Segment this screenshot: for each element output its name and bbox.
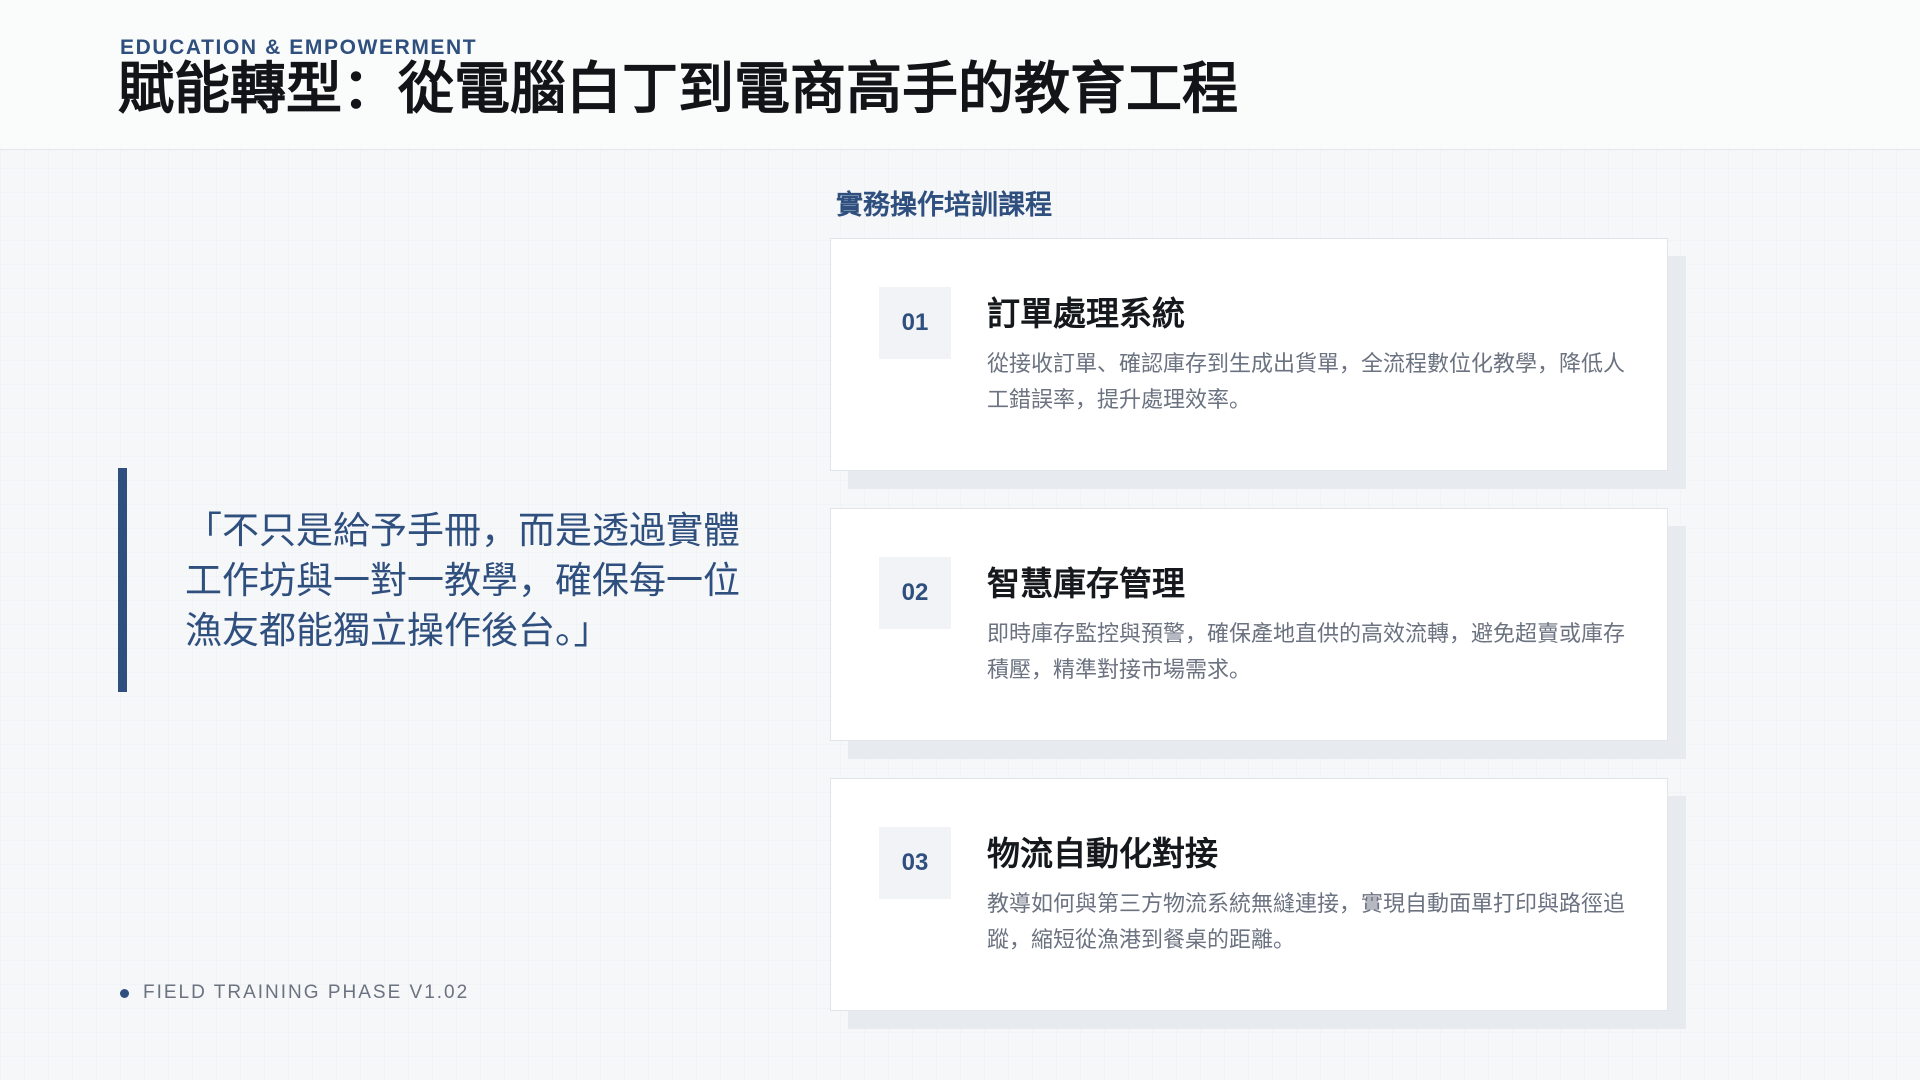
- footer-label: FIELD TRAINING PHASE V1.02: [143, 982, 470, 1003]
- page-header: EDUCATION & EMPOWERMENT 賦能轉型：從電腦白丁到電商高手的…: [0, 0, 1920, 150]
- card-title: 訂單處理系統: [987, 294, 1185, 333]
- card-description: 即時庫存監控與預警，確保產地直供的高效流轉，避免超賣或庫存積壓，精準對接市場需求…: [987, 622, 1626, 683]
- course-card-logistics-integration: 03 物流自動化對接 教導如何與第三方物流系統無縫連接，實現自動面單打印與路徑追…: [830, 778, 1668, 1011]
- bullet-dot-icon: [120, 988, 129, 998]
- page-title: 賦能轉型：從電腦白丁到電商高手的教育工程: [118, 57, 1238, 122]
- course-card-order-processing: 01 訂單處理系統 從接收訂單、確認庫存到生成出貨單，全流程數位化教學，降低人工…: [830, 238, 1668, 471]
- card-description: 從接收訂單、確認庫存到生成出貨單，全流程數位化教學，降低人工錯誤率，提升處理效率…: [987, 352, 1626, 413]
- card-title: 智慧庫存管理: [987, 564, 1185, 603]
- card-number-badge: 01: [879, 287, 951, 359]
- course-card-inventory-management: 02 智慧庫存管理 即時庫存監控與預警，確保產地直供的高效流轉，避免超賣或庫存積…: [830, 508, 1668, 741]
- footer: FIELD TRAINING PHASE V1.02: [120, 982, 469, 1004]
- card-title: 物流自動化對接: [987, 834, 1218, 873]
- pull-quote: 「不只是給予手冊，而是透過實體工作坊與一對一教學，確保每一位漁友都能獨立操作後台…: [118, 468, 778, 692]
- card-number-badge: 02: [879, 557, 951, 629]
- quote-text: 「不只是給予手冊，而是透過實體工作坊與一對一教學，確保每一位漁友都能獨立操作後台…: [185, 509, 740, 652]
- course-section-label: 實務操作培訓課程: [836, 190, 1052, 221]
- card-number-badge: 03: [879, 827, 951, 899]
- card-description: 教導如何與第三方物流系統無縫連接，實現自動面單打印與路徑追蹤，縮短從漁港到餐桌的…: [987, 892, 1626, 953]
